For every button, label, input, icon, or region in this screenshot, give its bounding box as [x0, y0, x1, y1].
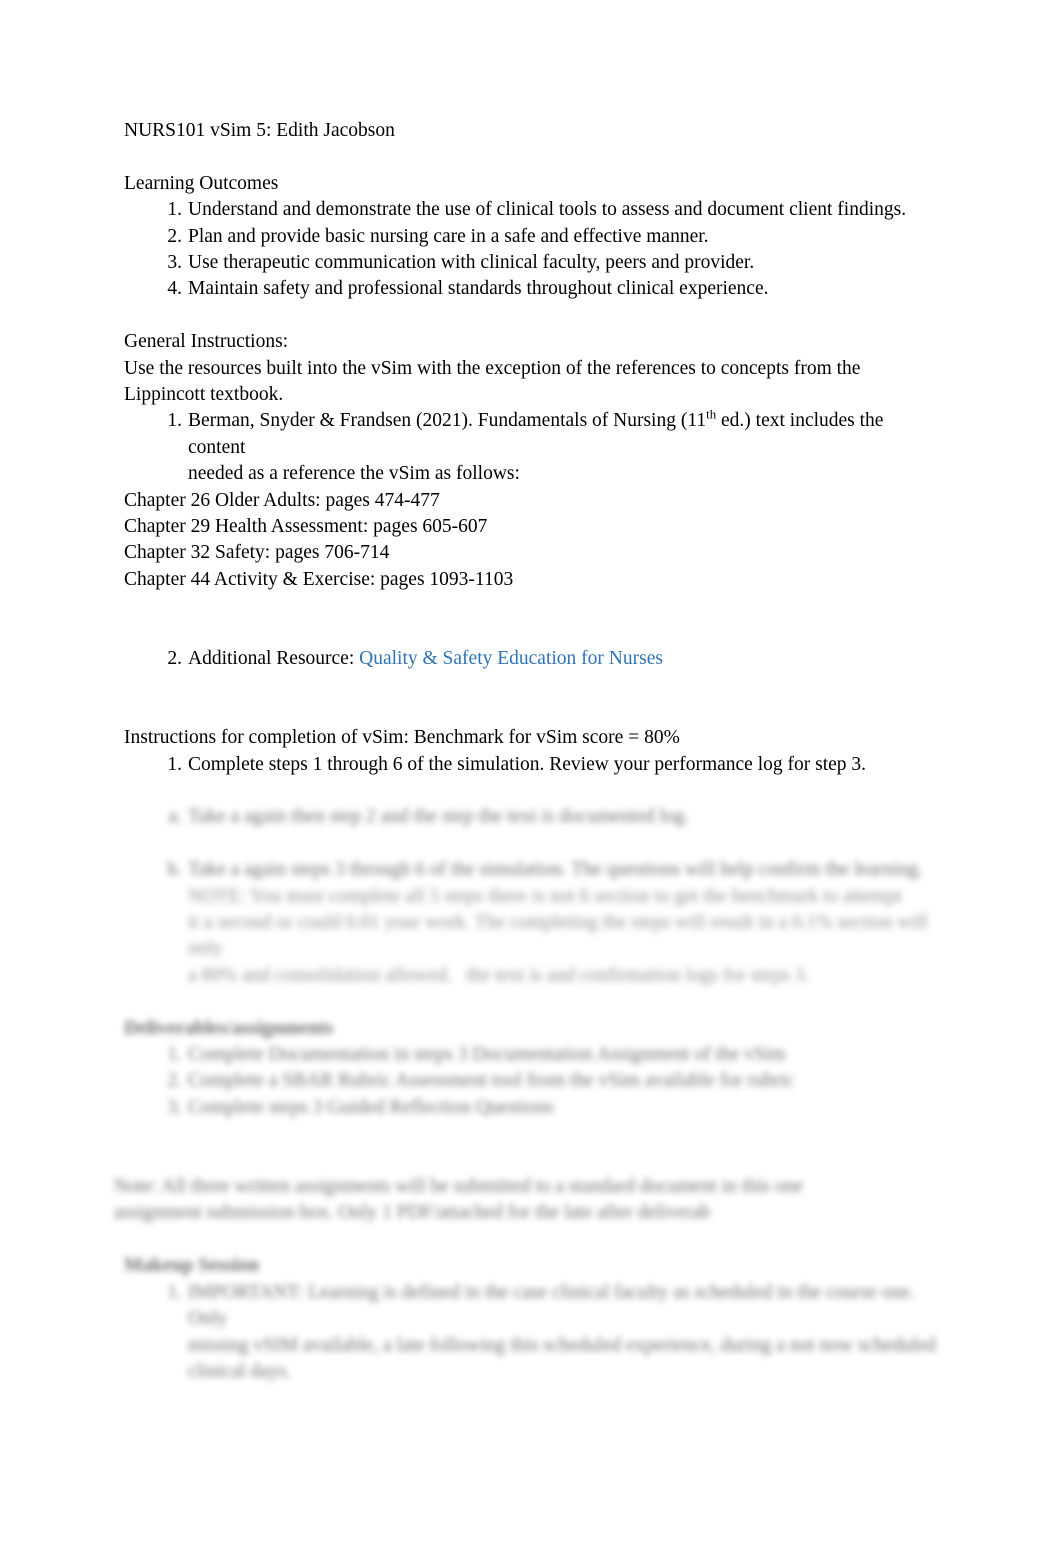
learning-outcomes-heading: Learning Outcomes [124, 172, 279, 194]
list-item: 3. Complete steps 3 Guided Reflection Que… [124, 1095, 944, 1121]
reference-title: Fundamentals of Nursing (11 [477, 410, 707, 432]
list-item: 4. Maintain safety and professional stand… [124, 276, 944, 302]
list-item: b. Take a again steps 3 through 6 of the … [124, 857, 944, 883]
list-number: 2. [167, 1070, 182, 1092]
chapter-line-3: Chapter 32 Safety: pages 706-714 [124, 542, 390, 564]
list-number: 1. [167, 199, 182, 221]
list-number: 1. [167, 410, 182, 432]
general-instructions-line-1: Use the resources built into the vSim wi… [124, 357, 861, 379]
list-number: 4. [167, 278, 182, 300]
list-item: 1. Berman, Snyder & Frandsen (2021). Fun… [124, 408, 944, 487]
instructions-completion-heading: Instructions for completion of vSim: Ben… [124, 725, 944, 751]
list-item: 3. Use therapeutic communication with cli… [124, 250, 944, 276]
list-item-text: Take a again then step 2 and the step th… [188, 806, 690, 828]
list-item-text: Complete steps 3 Guided Reflection Quest… [188, 1096, 554, 1118]
instructions-completion-benchmark: : Benchmark for vSim score = 80% [403, 727, 680, 749]
list-item: 2. Additional Resource: Quality & Safety… [124, 646, 944, 672]
list-item: 1. Complete steps 1 through 6 of the simu… [124, 752, 944, 778]
makeup-heading: Makeup Session [124, 1255, 259, 1277]
makeup-line-3: clinical days. [188, 1360, 291, 1382]
chapter-line-2: Chapter 29 Health Assessment: pages 605-… [124, 516, 488, 538]
list-number: 3. [167, 1096, 182, 1118]
deliverables-heading: Deliverables/assignments [124, 1017, 334, 1039]
document-title: NURS101 vSim 5: Edith Jacobson [124, 120, 395, 141]
makeup-line-2: missing vSIM available, a late following… [188, 1334, 936, 1356]
document-page: NURS101 vSim 5: Edith Jacobson Learning … [0, 0, 1062, 1561]
document-content: NURS101 vSim 5: Edith Jacobson Learning … [114, 118, 944, 1386]
list-item-text: Complete Documentation in steps 3 Docume… [188, 1044, 786, 1066]
chapter-line-4: Chapter 44 Activity & Exercise: pages 10… [124, 568, 514, 590]
list-item: 2. Plan and provide basic nursing care in… [124, 224, 944, 250]
list-item: 2. Complete a SBAR Rubric Assessment tool… [124, 1068, 944, 1094]
list-item: 1. Complete Documentation in steps 3 Docu… [124, 1042, 944, 1068]
learning-outcomes-list: 1. Understand and demonstrate the use of … [124, 197, 944, 303]
list-number: 1. [167, 1281, 182, 1303]
list-item-text: Use therapeutic communication with clini… [188, 252, 755, 274]
reference-citation: Berman, Snyder & Frandsen (2021). [188, 410, 473, 432]
list-item-text: Complete steps 1 through 6 of the simula… [188, 753, 867, 775]
list-number: 2. [167, 225, 182, 247]
general-instructions-heading: General Instructions: [124, 331, 289, 353]
list-number: 1. [167, 753, 182, 775]
list-item: 1. IMPORTANT: Learning is defined in the… [124, 1280, 944, 1386]
list-item-text: Plan and provide basic nursing care in a… [188, 225, 709, 247]
qsen-link[interactable]: Quality & Safety Education for Nurses [359, 648, 663, 669]
list-number: 2. [167, 648, 182, 670]
deliverables-list: 1. Complete Documentation in steps 3 Docu… [124, 1042, 944, 1121]
blurred-paragraph-line-1: Note: All three written assignments will… [114, 1176, 803, 1198]
additional-resource-label: Additional Resource: [188, 648, 360, 670]
blurred-steps-list: a. Take a again then step 2 and the step … [124, 804, 944, 883]
general-instructions-line-2: Lippincott textbook. [124, 384, 284, 406]
completion-steps-list: 1. Complete steps 1 through 6 of the simu… [124, 752, 944, 778]
list-number: a. [168, 806, 182, 828]
blurred-paragraph-line-2: assignment submission box. Only 1 PDF/at… [114, 1202, 711, 1224]
list-item-text: Take a again steps 3 through 6 of the si… [188, 859, 923, 881]
reference-line-2: needed as a reference the vSim as follow… [188, 463, 520, 485]
list-number: 3. [167, 252, 182, 274]
reference-list: 1. Berman, Snyder & Frandsen (2021). Fun… [124, 408, 944, 487]
chapter-line-1: Chapter 26 Older Adults: pages 474-477 [124, 489, 440, 511]
list-item: 1. Understand and demonstrate the use of … [124, 197, 944, 223]
list-number: 1. [167, 1044, 182, 1066]
instructions-completion-text: Instructions for completion of vSim [124, 727, 404, 749]
list-item-text: Complete a SBAR Rubric Assessment tool f… [188, 1070, 795, 1092]
reference-ordinal: th [706, 407, 717, 422]
blurred-note-line-2: it a second or could 0.01 your work. The… [188, 912, 933, 960]
additional-resource-list: 2. Additional Resource: Quality & Safety… [124, 646, 944, 672]
makeup-list: 1. IMPORTANT: Learning is defined in the… [124, 1280, 944, 1386]
list-item-text: Understand and demonstrate the use of cl… [188, 199, 907, 221]
list-item-text: IMPORTANT: Learning is defined in the ca… [188, 1281, 915, 1330]
blurred-note-line-1: NOTE: You must complete all 5 steps ther… [188, 885, 902, 907]
list-item: a. Take a again then step 2 and the step … [124, 804, 944, 830]
blurred-note-line-3: a 80% and consolidation allowed. the tex… [188, 964, 810, 986]
list-number: b. [167, 859, 182, 881]
list-item-text: Maintain safety and professional standar… [188, 278, 769, 300]
